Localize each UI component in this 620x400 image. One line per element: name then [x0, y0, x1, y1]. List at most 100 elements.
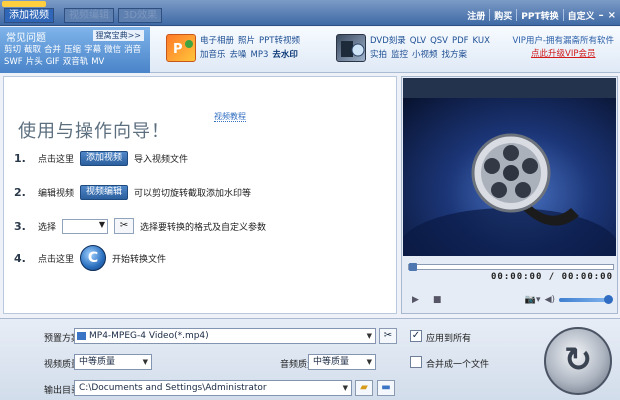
faq-link[interactable]: 片头: [26, 56, 43, 68]
faq-link[interactable]: 合并: [44, 44, 61, 56]
tool-link[interactable]: 小视频: [412, 48, 438, 62]
preset-select[interactable]: MP4-MPEG-4 Video(*.mp4) ▼: [74, 328, 376, 344]
step-add-video-button[interactable]: 添加视频: [80, 150, 129, 166]
tool-link[interactable]: PPT转视频: [259, 34, 300, 48]
tool-link[interactable]: KUX: [473, 34, 490, 48]
snapshot-camera-icon[interactable]: 📷▾: [525, 295, 541, 305]
feature-toolbar: 常见问题 狸窝宝典>> 剪切 截取 合并 压缩 字幕 微信 消音 SWF 片头 …: [0, 27, 620, 73]
tool-link[interactable]: 电子相册: [200, 34, 234, 48]
dvd-tool-links: DVD刻录 QLV QSV PDF KUX 实拍 监控 小视频 找方案: [370, 34, 490, 62]
guide-title: 使用与操作向导！: [18, 121, 170, 142]
step-suffix: 开始转换文件: [112, 254, 167, 265]
tool-link[interactable]: QSV: [430, 34, 448, 48]
step-number: 4.: [14, 251, 26, 265]
minimize-button[interactable]: –: [599, 10, 604, 21]
tool-link[interactable]: MP3: [251, 48, 269, 62]
guide-step-4: 4. 点击这里 C 开始转换文件: [14, 245, 167, 271]
dvd-device-icon[interactable]: [336, 34, 366, 62]
output-dir-select[interactable]: C:\Documents and Settings\Administrator …: [74, 380, 352, 396]
photo-tool-links: 电子相册 照片 PPT转视频 加音乐 去噪 MP3 去水印: [200, 34, 320, 62]
open-folder-icon[interactable]: ▬: [377, 380, 395, 396]
tool-link[interactable]: 实拍: [370, 48, 387, 62]
step-number: 2.: [14, 185, 26, 199]
chevron-down-icon: ▼: [366, 332, 372, 340]
volume-area: 📷▾ ◀): [525, 295, 613, 305]
buy-link[interactable]: 购买: [494, 9, 512, 22]
seek-bar[interactable]: [408, 263, 614, 271]
faq-link[interactable]: 微信: [104, 44, 121, 56]
faq-link[interactable]: 消音: [124, 44, 141, 56]
step-number: 1.: [14, 151, 26, 165]
output-settings: 预置方案： MP4-MPEG-4 Video(*.mp4) ▼ ✂ ✓ 应用到所…: [0, 318, 620, 400]
tool-link[interactable]: 照片: [238, 34, 255, 48]
tool-link[interactable]: 监控: [391, 48, 408, 62]
faq-link[interactable]: GIF: [46, 56, 60, 68]
svg-text:P: P: [173, 42, 183, 57]
time-current: 00:00:00: [491, 272, 543, 282]
step-convert-button[interactable]: C: [80, 245, 107, 271]
convert-button[interactable]: ↻: [544, 327, 612, 395]
title-bar: 添加视频 视频编辑 3D效果 注册 购买 PPT转换 自定义 – ×: [0, 0, 620, 26]
apply-all-checkbox[interactable]: ✓: [410, 330, 422, 342]
photo-tools-group: P 电子相册 照片 PPT转视频 加音乐 去噪 MP3 去水印: [166, 31, 326, 69]
tool-link[interactable]: 找方案: [442, 48, 468, 62]
preview-header: [403, 78, 616, 98]
faq-title[interactable]: 常见问题: [6, 29, 46, 44]
seek-handle[interactable]: [409, 263, 417, 271]
photo-album-icon[interactable]: P: [166, 34, 196, 62]
faq-link[interactable]: 截取: [24, 44, 41, 56]
vip-upgrade-link[interactable]: 点此升级VIP会员: [512, 48, 614, 61]
step-prefix: 点击这里: [38, 154, 75, 165]
video-tutorial-link[interactable]: 视频教程: [214, 112, 246, 122]
step-prefix: 编辑视频: [38, 188, 75, 199]
audio-quality-select[interactable]: 中等质量 ▼: [308, 354, 376, 370]
video-edit-tab[interactable]: 视频编辑: [64, 8, 114, 23]
guide-panel: 使用与操作向导！ 视频教程 1. 点击这里 添加视频 导入视频文件 2. 编辑视…: [3, 76, 397, 314]
app-logo: [2, 1, 46, 7]
playback-controls: ▶ ■: [412, 295, 441, 305]
faq-link[interactable]: 压缩: [64, 44, 81, 56]
faq-link[interactable]: MV: [91, 56, 104, 68]
faq-link[interactable]: SWF: [4, 56, 23, 68]
video-quality-select[interactable]: 中等质量 ▼: [74, 354, 152, 370]
faq-link[interactable]: 双音轨: [63, 56, 89, 68]
tool-link[interactable]: 去噪: [230, 48, 247, 62]
play-icon[interactable]: ▶: [412, 295, 419, 305]
step-format-combo[interactable]: ▼: [62, 218, 109, 234]
tool-link[interactable]: QLV: [410, 34, 426, 48]
advanced-settings-button[interactable]: ✂: [379, 328, 397, 344]
preset-value: MP4-MPEG-4 Video(*.mp4): [89, 331, 209, 341]
volume-handle[interactable]: [604, 295, 613, 304]
time-separator: /: [548, 272, 556, 282]
dvd-tools-group: DVD刻录 QLV QSV PDF KUX 实拍 监控 小视频 找方案: [336, 31, 496, 69]
vip-panel: VIP用户-拥有漏斋所有软件 点此升级VIP会员: [512, 35, 614, 61]
video-quality-value: 中等质量: [79, 357, 116, 367]
speaker-icon[interactable]: ◀): [545, 295, 555, 305]
faq-link[interactable]: 字幕: [84, 44, 101, 56]
close-button[interactable]: ×: [608, 10, 616, 21]
app-window: 添加视频 视频编辑 3D效果 注册 购买 PPT转换 自定义 – × 常见问题 …: [0, 0, 620, 400]
customize-link[interactable]: 自定义: [568, 9, 595, 22]
video-format-icon: [77, 332, 86, 340]
ppt-convert-link[interactable]: PPT转换: [521, 9, 558, 22]
faq-more-link[interactable]: 狸窝宝典>>: [92, 30, 144, 41]
film-reel-icon: [403, 133, 616, 256]
step-video-edit-button[interactable]: 视频编辑: [80, 184, 129, 200]
tool-link[interactable]: PDF: [452, 34, 469, 48]
guide-step-1: 1. 点击这里 添加视频 导入视频文件: [14, 147, 188, 169]
tool-link[interactable]: 加音乐: [200, 48, 226, 62]
volume-slider[interactable]: [559, 295, 613, 304]
timecode: 00:00:00 / 00:00:00: [491, 272, 613, 282]
stop-icon[interactable]: ■: [433, 295, 442, 305]
tool-link[interactable]: DVD刻录: [370, 34, 406, 48]
tool-link[interactable]: 去水印: [272, 48, 298, 62]
step-suffix: 可以剪切旋转截取添加水印等: [134, 188, 252, 199]
merge-checkbox[interactable]: [410, 356, 422, 368]
faq-link[interactable]: 剪切: [4, 44, 21, 56]
folder-browse-icon[interactable]: ▰: [355, 380, 373, 396]
3d-effect-tab[interactable]: 3D效果: [118, 8, 163, 23]
settings-tool-icon[interactable]: ✂: [114, 218, 135, 234]
add-video-tab[interactable]: 添加视频: [4, 8, 54, 23]
step-prefix: 点击这里: [38, 254, 75, 265]
register-link[interactable]: 注册: [467, 9, 485, 22]
